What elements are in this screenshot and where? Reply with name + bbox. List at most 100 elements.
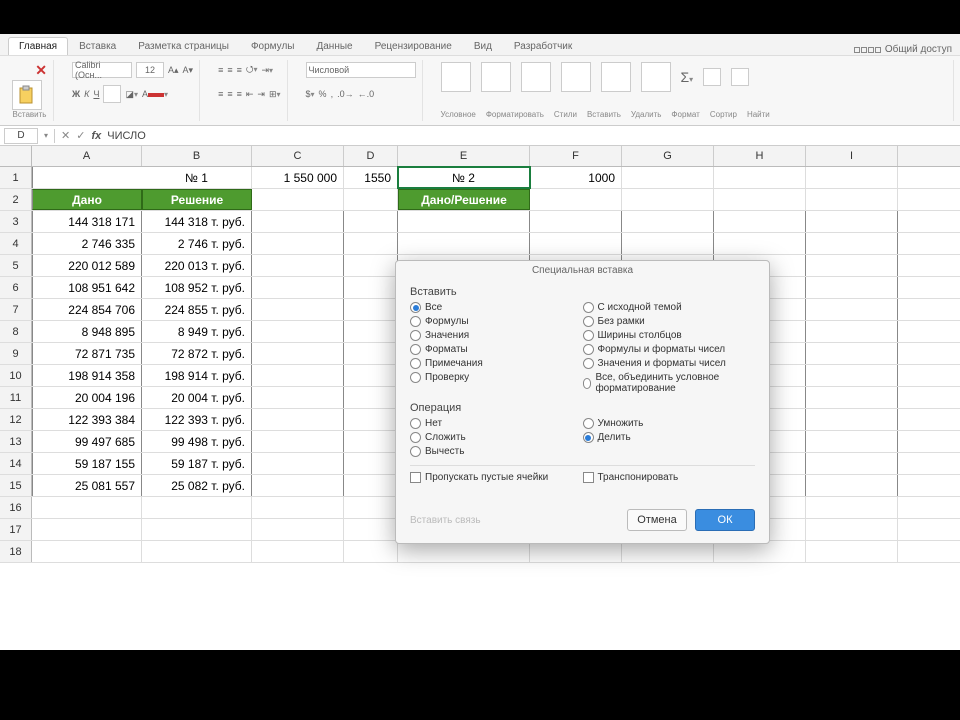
cell[interactable] (806, 475, 898, 496)
col-header[interactable]: A (32, 146, 142, 166)
cell-header[interactable]: Дано (32, 189, 142, 210)
cell[interactable] (806, 453, 898, 474)
align-right-icon[interactable]: ≡ (237, 89, 242, 99)
radio-merge-cond[interactable]: Все, объединить условное форматирование (583, 372, 756, 394)
cell[interactable]: 198 914 т. руб. (142, 365, 252, 386)
cell[interactable] (714, 167, 806, 188)
row-header[interactable]: 10 (0, 365, 32, 386)
row-header[interactable]: 8 (0, 321, 32, 342)
radio-op-mul[interactable]: Умножить (583, 418, 756, 429)
font-name-select[interactable]: Calibri (Осн... (72, 62, 132, 78)
paste-button[interactable] (12, 80, 42, 110)
cell[interactable]: 20 004 196 (32, 387, 142, 408)
row-header[interactable]: 5 (0, 255, 32, 276)
increase-font-icon[interactable]: A▴ (168, 65, 179, 76)
tab-review[interactable]: Рецензирование (364, 37, 463, 55)
cell[interactable]: 72 872 т. руб. (142, 343, 252, 364)
col-header[interactable]: D (344, 146, 398, 166)
cell[interactable] (806, 167, 898, 188)
cell[interactable] (344, 211, 398, 232)
formula-input[interactable]: ЧИСЛО (107, 130, 146, 142)
tab-view[interactable]: Вид (463, 37, 503, 55)
cell[interactable]: 122 393 т. руб. (142, 409, 252, 430)
cell[interactable]: 122 393 384 (32, 409, 142, 430)
cell[interactable]: 59 187 т. руб. (142, 453, 252, 474)
cell[interactable] (530, 233, 622, 254)
fx-icon[interactable]: fx (91, 130, 101, 142)
cell[interactable]: 144 318 171 (32, 211, 142, 232)
delete-cells-button[interactable] (601, 62, 631, 92)
cell[interactable] (344, 541, 398, 562)
select-all-corner[interactable] (0, 146, 32, 166)
tab-home[interactable]: Главная (8, 37, 68, 55)
cell[interactable] (622, 167, 714, 188)
col-header[interactable]: H (714, 146, 806, 166)
row-header[interactable]: 4 (0, 233, 32, 254)
radio-validation[interactable]: Проверку (410, 372, 583, 383)
cell[interactable] (622, 541, 714, 562)
cell-styles-button[interactable] (521, 62, 551, 92)
cell[interactable] (344, 519, 398, 540)
cell[interactable] (252, 431, 344, 452)
cell[interactable] (714, 189, 806, 210)
tab-formulas[interactable]: Формулы (240, 37, 306, 55)
row-header[interactable]: 16 (0, 497, 32, 518)
cell[interactable] (252, 211, 344, 232)
cell[interactable] (806, 233, 898, 254)
align-middle-icon[interactable]: ≡ (227, 65, 232, 75)
cell[interactable] (344, 453, 398, 474)
cell[interactable] (344, 321, 398, 342)
cell[interactable]: 1 550 000 (252, 167, 344, 188)
cell[interactable]: № 1 (142, 167, 252, 188)
cell[interactable] (142, 519, 252, 540)
cell[interactable] (714, 541, 806, 562)
italic-button[interactable]: К (84, 89, 89, 99)
cell[interactable] (32, 541, 142, 562)
cell-header[interactable]: Дано/Решение (398, 189, 530, 210)
cell[interactable] (806, 497, 898, 518)
cell[interactable] (806, 519, 898, 540)
radio-op-none[interactable]: Нет (410, 418, 583, 429)
cell[interactable] (344, 299, 398, 320)
cell[interactable] (806, 343, 898, 364)
enter-icon[interactable]: ✓ (76, 129, 85, 142)
row-header[interactable]: 3 (0, 211, 32, 232)
sort-filter-button[interactable] (703, 68, 721, 86)
row-header[interactable]: 11 (0, 387, 32, 408)
cell[interactable] (806, 387, 898, 408)
cell[interactable]: 224 854 706 (32, 299, 142, 320)
bold-button[interactable]: Ж (72, 89, 80, 99)
col-header[interactable]: I (806, 146, 898, 166)
cell[interactable] (252, 255, 344, 276)
radio-col-widths[interactable]: Ширины столбцов (583, 330, 756, 341)
cell[interactable]: 25 082 т. руб. (142, 475, 252, 496)
row-header[interactable]: 13 (0, 431, 32, 452)
cell[interactable] (344, 387, 398, 408)
merge-icon[interactable]: ⊞▾ (269, 89, 281, 100)
cell[interactable]: 1000 (530, 167, 622, 188)
cell[interactable] (252, 299, 344, 320)
cell[interactable] (530, 211, 622, 232)
underline-button[interactable]: Ч (93, 89, 99, 99)
cell[interactable]: 220 013 т. руб. (142, 255, 252, 276)
row-header[interactable]: 6 (0, 277, 32, 298)
radio-formulas[interactable]: Формулы (410, 316, 583, 327)
cell[interactable] (530, 189, 622, 210)
cell[interactable]: 224 855 т. руб. (142, 299, 252, 320)
cell[interactable]: 25 081 557 (32, 475, 142, 496)
cell[interactable] (344, 233, 398, 254)
radio-op-div[interactable]: Делить (583, 432, 756, 443)
name-box-drop-icon[interactable]: ▾ (44, 131, 48, 140)
radio-formats[interactable]: Форматы (410, 344, 583, 355)
comma-icon[interactable]: , (331, 89, 334, 99)
cell[interactable] (806, 189, 898, 210)
row-header[interactable]: 12 (0, 409, 32, 430)
row-header[interactable]: 7 (0, 299, 32, 320)
share-label[interactable]: Общий доступ (885, 44, 952, 55)
cell[interactable] (252, 519, 344, 540)
cell[interactable] (344, 255, 398, 276)
cell[interactable] (252, 233, 344, 254)
cell[interactable]: 220 012 589 (32, 255, 142, 276)
cancel-button[interactable]: Отмена (627, 509, 687, 531)
radio-op-sub[interactable]: Вычесть (410, 446, 583, 457)
